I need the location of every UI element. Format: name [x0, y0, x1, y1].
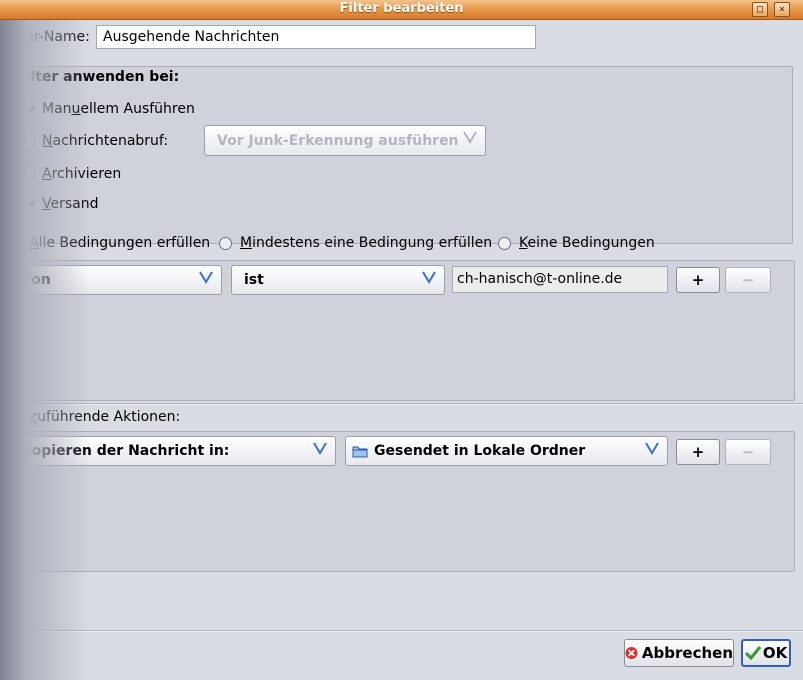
action-target-value: Gesendet in Lokale Ordner	[374, 443, 586, 459]
match-none-radio-row[interactable]: Keine Bedingungen	[498, 233, 655, 253]
action-target-select[interactable]: Gesendet in Lokale Ordner	[345, 436, 668, 466]
archive-checkbox[interactable]	[20, 167, 34, 181]
condition-field-select[interactable]: Von	[8, 265, 222, 295]
window-title: Filter bearbeiten	[339, 1, 464, 16]
archive-label: Archivieren	[42, 166, 122, 182]
archive-checkbox-row[interactable]: Archivieren	[20, 164, 121, 184]
title-bar: Filter bearbeiten □ ×	[0, 0, 803, 20]
match-any-radio-row[interactable]: Mindestens eine Bedingung erfüllen	[219, 233, 492, 253]
add-condition-button[interactable]: +	[676, 267, 720, 293]
fetch-checkbox[interactable]	[20, 134, 34, 148]
fetch-timing-value: Vor Junk-Erkennung ausführen	[217, 132, 459, 149]
condition-operator-value: ist	[244, 272, 264, 288]
condition-field-value: Von	[21, 272, 51, 288]
condition-operator-select[interactable]: ist	[231, 265, 445, 295]
match-none-radio[interactable]	[498, 236, 511, 250]
fetch-checkbox-row[interactable]: Nachrichtenabruf:	[20, 131, 168, 151]
cancel-button[interactable]: Abbrechen	[624, 639, 734, 667]
folder-icon	[352, 446, 368, 458]
chevron-down-icon	[313, 442, 327, 455]
filter-name-label-key: F	[4, 29, 13, 45]
ok-button[interactable]: OK	[741, 639, 791, 667]
fetch-label: Nachrichtenabruf:	[42, 133, 169, 149]
send-checkbox[interactable]	[20, 197, 34, 211]
section-separator	[0, 403, 803, 405]
manual-run-checkbox-row[interactable]: Manuellem Ausführen	[20, 99, 195, 119]
fetch-timing-select[interactable]: Vor Junk-Erkennung ausführen	[204, 125, 486, 156]
chevron-down-icon	[199, 271, 213, 284]
filter-name-input[interactable]: Ausgehende Nachrichten	[96, 25, 536, 49]
maximize-button[interactable]: □	[752, 2, 768, 17]
cancel-label: Abbrechen	[641, 644, 733, 662]
chevron-down-icon	[422, 271, 436, 284]
footer-separator	[0, 630, 803, 632]
close-button[interactable]: ×	[774, 2, 790, 17]
match-none-label: Keine Bedingungen	[519, 235, 655, 251]
chevron-down-icon	[645, 442, 659, 455]
match-any-radio[interactable]	[219, 236, 232, 250]
remove-condition-button[interactable]: −	[725, 267, 771, 293]
manual-run-label: Manuellem Ausführen	[42, 101, 195, 117]
cancel-icon	[625, 647, 638, 659]
send-checkbox-row[interactable]: Versand	[20, 194, 99, 214]
chevron-down-icon	[463, 131, 477, 144]
action-type-value: Kopieren der Nachricht in:	[21, 443, 230, 459]
condition-value-input[interactable]: ch-hanisch@t-online.de	[452, 266, 668, 293]
checkmark-icon	[744, 646, 761, 660]
match-all-radio[interactable]	[8, 236, 21, 250]
send-label: Versand	[42, 196, 99, 212]
match-all-label: Alle Bedingungen erfüllen	[29, 235, 211, 251]
actions-label: Aus z uführende Aktionen:	[4, 409, 181, 425]
dialog-body: Filter-Name: Ausgehende Nachrichten Filt…	[0, 20, 803, 680]
remove-action-button[interactable]: −	[725, 439, 771, 465]
action-type-select[interactable]: Kopieren der Nachricht in:	[8, 436, 336, 466]
add-action-button[interactable]: +	[676, 439, 720, 465]
filter-name-label: Filter-Name:	[4, 27, 90, 47]
match-all-radio-row[interactable]: Alle Bedingungen erfüllen	[8, 233, 210, 253]
manual-run-checkbox[interactable]	[20, 102, 34, 116]
apply-group-heading: Filter anwenden bei:	[16, 69, 180, 85]
ok-label: OK	[762, 644, 788, 662]
match-any-label: Mindestens eine Bedingung erfüllen	[240, 235, 493, 251]
filter-name-label-rest: ilter-Name:	[12, 29, 90, 45]
